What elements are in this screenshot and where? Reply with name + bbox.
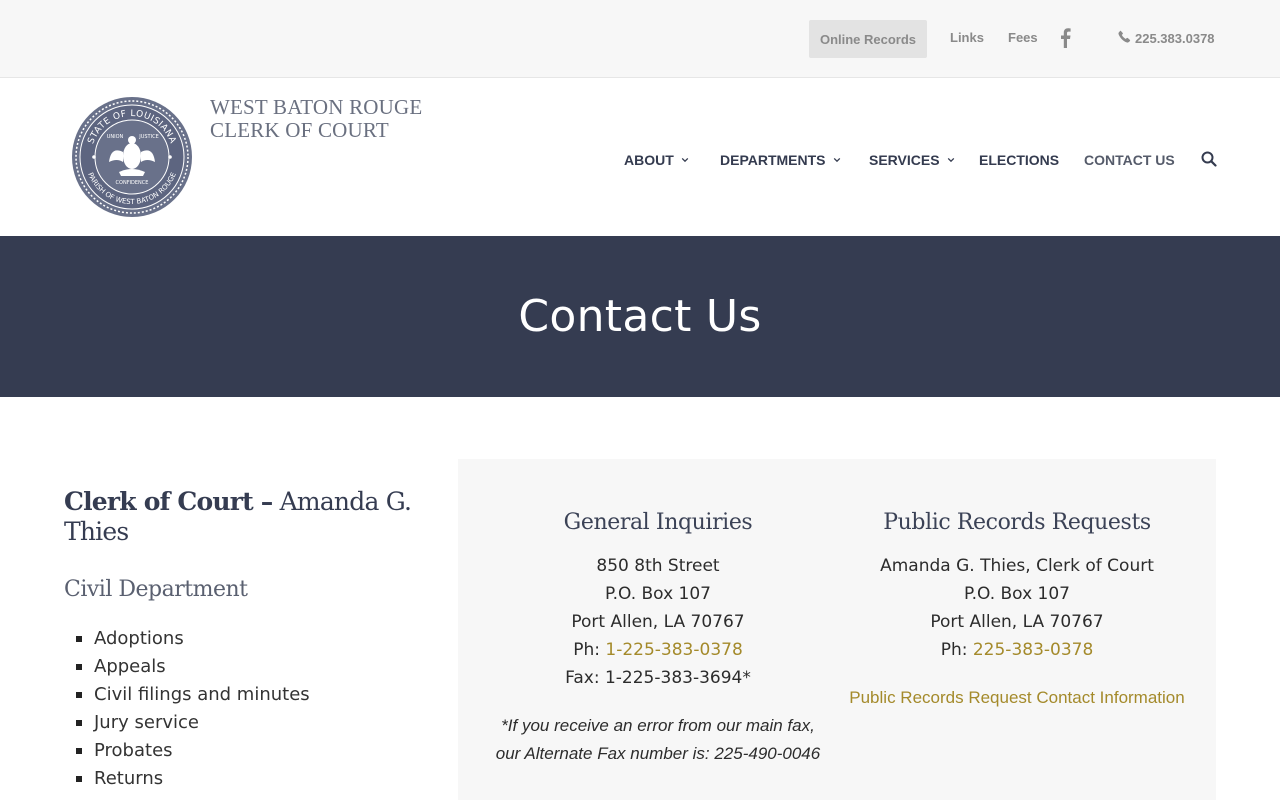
nav-contact-us[interactable]: CONTACT US [1084,150,1175,170]
nav-services[interactable]: SERVICES [869,150,955,170]
civil-department-heading: Civil Department [64,577,248,602]
public-records-heading: Public Records Requests [883,510,1151,535]
nav-about[interactable]: ABOUT [624,150,689,170]
general-fax: Fax: 1-225-383-3694* [565,668,751,688]
search-icon[interactable] [1201,151,1217,167]
list-item: Jury service [76,709,310,737]
public-records-request-link[interactable]: Public Records Request Contact Informati… [847,684,1187,712]
list-item: Civil filings and minutes [76,681,310,709]
utility-bar: Online Records Links Fees 225.383.0378 [0,0,1280,78]
nav-departments-label: DEPARTMENTS [720,152,826,168]
records-phone-row: Ph: 225-383-0378 [847,636,1187,664]
top-phone-link[interactable]: 225.383.0378 [1118,30,1215,46]
online-records-button[interactable]: Online Records [809,20,927,58]
general-address-line3: Port Allen, LA 70767 [571,612,745,632]
general-phone-link[interactable]: 1-225-383-0378 [605,640,742,660]
top-phone-number: 225.383.0378 [1135,30,1215,46]
general-inquiries-column: General Inquiries 850 8th Street P.O. Bo… [488,505,828,768]
general-inquiries-heading: General Inquiries [563,510,753,535]
chevron-down-icon [681,157,689,163]
svg-text:JUSTICE: JUSTICE [138,134,159,140]
civil-services-list: Adoptions Appeals Civil filings and minu… [76,625,310,793]
site-title-line2: CLERK OF COURT [210,118,389,142]
links-link[interactable]: Links [950,30,984,45]
nav-elections-label: ELECTIONS [979,152,1060,168]
records-line1: Amanda G. Thies, Clerk of Court [880,556,1154,576]
parish-seal-logo[interactable]: STATE OF LOUISIANA PARISH OF WEST BATON … [71,96,193,218]
nav-about-label: ABOUT [624,152,674,168]
phone-icon [1118,30,1131,46]
nav-services-label: SERVICES [869,152,940,168]
records-line2: P.O. Box 107 [964,584,1070,604]
records-line3: Port Allen, LA 70767 [930,612,1104,632]
records-phone-label: Ph: [940,640,968,660]
general-phone-row: Ph: 1-225-383-0378 [488,636,828,664]
site-title[interactable]: WEST BATON ROUGE CLERK OF COURT [210,96,422,142]
public-records-column: Public Records Requests Amanda G. Thies,… [847,505,1187,712]
svg-text:CONFIDENCE: CONFIDENCE [116,180,149,186]
list-item: Adoptions [76,625,310,653]
list-item: Appeals [76,653,310,681]
nav-contact-us-label: CONTACT US [1084,152,1175,168]
clerk-label: Clerk of Court – [64,487,273,516]
nav-departments[interactable]: DEPARTMENTS [720,150,841,170]
svg-text:UNION: UNION [107,134,124,140]
general-phone-label: Ph: [573,640,600,660]
page-title: Contact Us [518,291,762,342]
alternate-fax-note: *If you receive an error from our main f… [495,716,821,763]
chevron-down-icon [833,157,840,163]
nav-elections[interactable]: ELECTIONS [979,150,1059,170]
list-item: Probates [76,737,310,765]
general-address-line1: 850 8th Street [596,556,720,576]
site-title-line1: WEST BATON ROUGE [210,95,423,119]
page-hero: Contact Us [0,236,1280,397]
fees-link[interactable]: Fees [1008,30,1038,45]
general-address-line2: P.O. Box 107 [605,584,711,604]
clerk-heading: Clerk of Court – Amanda G. Thies [64,487,424,547]
facebook-icon[interactable] [1059,28,1071,48]
list-item: Returns [76,765,310,793]
records-phone-link[interactable]: 225-383-0378 [973,640,1093,660]
chevron-down-icon [947,157,954,163]
